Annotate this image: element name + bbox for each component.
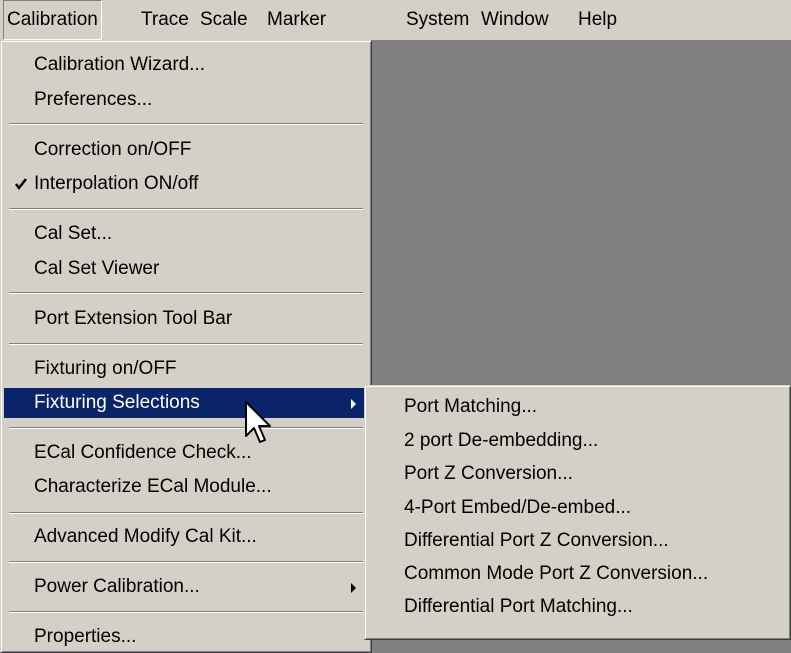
menu-item-fixturing-toggle[interactable]: Fixturing on/OFF [4,354,368,384]
submenu-arrow-icon [351,583,356,593]
menu-item-advanced-modify-cal-kit[interactable]: Advanced Modify Cal Kit... [4,522,368,552]
menu-item-label: Differential Port Matching... [404,596,633,617]
menu-item-characterize-ecal[interactable]: Characterize ECal Module... [4,472,368,502]
menu-item-properties[interactable]: Properties... [4,622,368,652]
menu-item-label: Port Extension Tool Bar [34,308,233,329]
submenu-item-port-z-conversion[interactable]: Port Z Conversion... [368,459,787,489]
menu-item-correction[interactable]: Correction on/OFF [4,135,368,165]
menu-calibration[interactable]: Calibration [3,0,102,40]
submenu-item-2port-deembedding[interactable]: 2 port De-embedding... [368,426,787,456]
menu-item-label: Power Calibration... [34,576,200,597]
menu-system[interactable]: System [403,0,472,40]
menu-separator [9,561,363,563]
menu-item-label: Fixturing on/OFF [34,358,177,379]
menu-item-label: Port Z Conversion... [404,463,573,484]
menu-item-label: Differential Port Z Conversion... [404,530,669,551]
menu-item-cal-set-viewer[interactable]: Cal Set Viewer [4,254,368,284]
menu-scale[interactable]: Scale [197,0,251,40]
submenu-item-4port-embed[interactable]: 4-Port Embed/De-embed... [368,493,787,523]
menu-item-label: Advanced Modify Cal Kit... [34,526,257,547]
submenu-item-differential-port-z[interactable]: Differential Port Z Conversion... [368,526,787,556]
menu-trace[interactable]: Trace [138,0,192,40]
menu-bar: Calibration Trace Scale Marker System Wi… [0,0,791,40]
submenu-item-port-matching[interactable]: Port Matching... [368,392,787,422]
menu-item-label: 2 port De-embedding... [404,430,599,451]
submenu-item-differential-port-matching[interactable]: Differential Port Matching... [368,592,787,622]
menu-item-label: 4-Port Embed/De-embed... [404,497,632,518]
menu-item-label: Cal Set... [34,223,113,244]
menu-item-interpolation[interactable]: Interpolation ON/off [4,169,368,199]
menu-item-label: Fixturing Selections [34,392,200,413]
menu-item-label: Interpolation ON/off [34,173,199,194]
submenu-arrow-icon [351,399,356,409]
checkmark-icon [12,169,30,199]
menu-item-label: Preferences... [34,89,153,110]
menu-item-label: ECal Confidence Check... [34,442,252,463]
menu-separator [9,208,363,210]
menu-item-label: Cal Set Viewer [34,258,160,279]
menu-item-power-calibration[interactable]: Power Calibration... [4,572,368,602]
submenu-item-common-mode-port-z[interactable]: Common Mode Port Z Conversion... [368,559,787,589]
menu-window[interactable]: Window [478,0,552,40]
menu-item-label: Correction on/OFF [34,139,192,160]
menu-item-label: Port Matching... [404,396,538,417]
menu-marker[interactable]: Marker [264,0,329,40]
fixturing-selections-submenu: Port Matching... 2 port De-embedding... … [364,385,791,640]
menu-item-preferences[interactable]: Preferences... [4,85,368,115]
menu-item-label: Properties... [34,626,137,647]
menu-separator [9,343,363,345]
menu-separator [9,427,363,429]
menu-item-label: Characterize ECal Module... [34,476,272,497]
menu-item-label: Calibration Wizard... [34,54,206,75]
menu-item-calibration-wizard[interactable]: Calibration Wizard... [4,50,368,80]
menu-item-cal-set[interactable]: Cal Set... [4,219,368,249]
menu-item-fixturing-selections[interactable]: Fixturing Selections [4,388,368,418]
menu-separator [9,292,363,294]
menu-item-port-extension-toolbar[interactable]: Port Extension Tool Bar [4,304,368,334]
menu-item-ecal-confidence-check[interactable]: ECal Confidence Check... [4,438,368,468]
menu-separator [9,611,363,613]
calibration-menu: Calibration Wizard... Preferences... Cor… [0,40,372,653]
menu-separator [9,512,363,514]
mouse-pointer-icon [244,400,274,450]
menu-separator [9,123,363,125]
menu-help[interactable]: Help [575,0,620,40]
menu-item-label: Common Mode Port Z Conversion... [404,563,709,584]
